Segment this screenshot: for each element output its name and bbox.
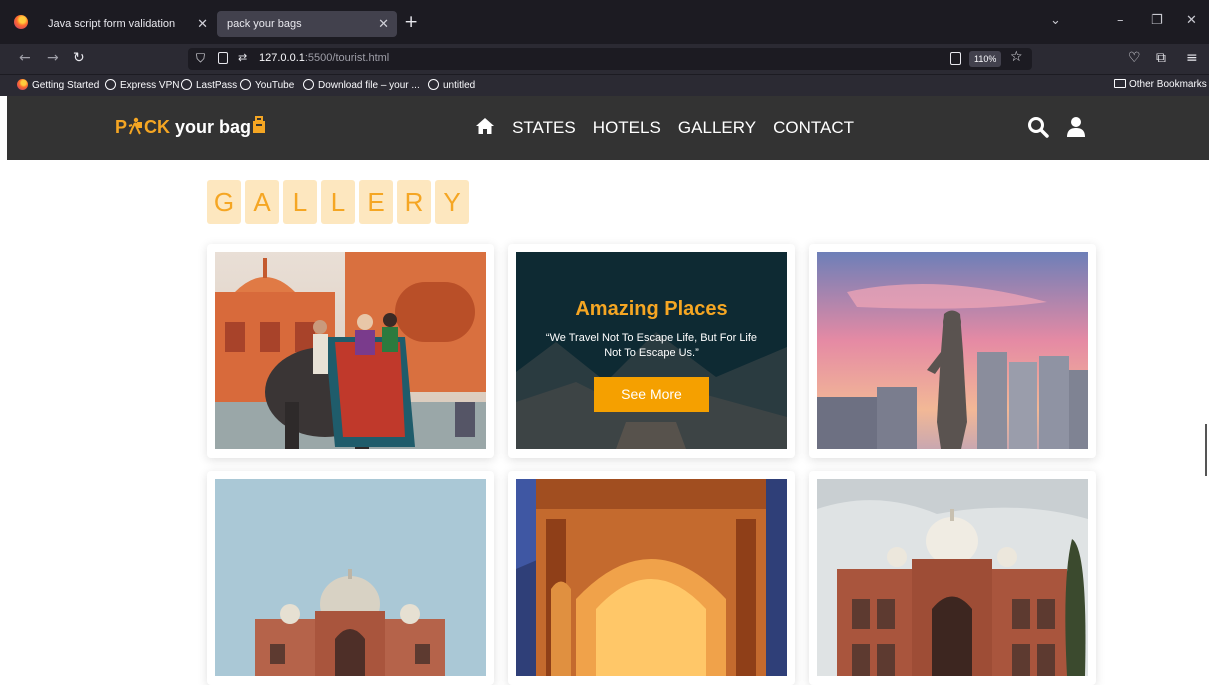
gallery-letter: L: [321, 180, 355, 224]
gallery-letter: L: [283, 180, 317, 224]
browser-tab-bar: Java script form validation ✕ pack your …: [0, 0, 1209, 44]
gallery-image-tomb-cloudy[interactable]: [817, 479, 1088, 676]
site-logo[interactable]: P CK your bag: [115, 116, 267, 138]
gallery-letter: R: [397, 180, 431, 224]
bookmark-label: YouTube: [255, 80, 295, 91]
close-tab-icon[interactable]: ✕: [197, 11, 208, 37]
firefox-icon: [14, 15, 28, 29]
gallery-card[interactable]: [508, 471, 795, 685]
page-info-icon[interactable]: [218, 52, 228, 64]
gallery-letter: G: [207, 180, 241, 224]
globe-icon: [240, 79, 251, 90]
url-path: :5500/tourist.html: [304, 52, 390, 64]
promo-quote: “We Travel Not To Escape Life, But For L…: [545, 332, 758, 359]
other-bookmarks-label: Other Bookmarks: [1129, 79, 1207, 90]
bookmark-star-icon[interactable]: ☆: [1010, 49, 1023, 65]
gallery-heading: GALLERY: [207, 180, 473, 224]
gallery-image-india-gate[interactable]: [516, 479, 787, 676]
bookmark-label: untitled: [443, 80, 476, 91]
reader-view-icon[interactable]: [950, 52, 961, 65]
bookmark-untitled[interactable]: untitled: [428, 79, 475, 91]
search-icon[interactable]: [1027, 116, 1049, 138]
folder-icon: [1114, 79, 1126, 88]
restore-icon[interactable]: ❐: [1151, 13, 1163, 28]
globe-icon: [303, 79, 314, 90]
address-bar[interactable]: ⛉ ⇄ 127.0.0.1:5500/tourist.html 110% ☆: [188, 48, 1032, 70]
tab-title: Java script form validation: [48, 18, 176, 30]
gallery-letter: Y: [435, 180, 469, 224]
nav-link-states[interactable]: STATES: [512, 118, 576, 137]
bookmark-download-file[interactable]: Download file – your ...: [303, 79, 420, 91]
gallery-letter: E: [359, 180, 393, 224]
bookmark-label: Getting Started: [32, 80, 100, 91]
main-nav: STATES HOTELS GALLERY CONTACT: [475, 117, 866, 138]
url-host: 127.0.0.1: [259, 52, 305, 64]
firefox-icon: [17, 79, 28, 90]
nav-link-hotels[interactable]: HOTELS: [593, 118, 661, 137]
url-text[interactable]: 127.0.0.1:5500/tourist.html: [259, 52, 389, 64]
see-more-button[interactable]: See More: [594, 377, 709, 412]
site-navbar: P CK your bag STATES HOTELS GALLERY CONTA…: [7, 96, 1209, 160]
bookmark-getting-started[interactable]: Getting Started: [17, 79, 99, 91]
bookmark-label: LastPass: [196, 80, 238, 91]
navigation-toolbar: ← → ↻ ⛉ ⇄ 127.0.0.1:5500/tourist.html 11…: [0, 44, 1209, 74]
other-bookmarks[interactable]: Other Bookmarks: [1114, 79, 1207, 90]
bookmark-express-vpn[interactable]: Express VPN: [105, 79, 179, 91]
tab-pack-your-bags[interactable]: pack your bags ✕: [217, 11, 397, 37]
globe-icon: [428, 79, 439, 90]
tracking-shield-icon[interactable]: ⛉: [196, 51, 205, 66]
pocket-icon[interactable]: ♡: [1128, 50, 1141, 66]
gallery-card[interactable]: [809, 244, 1096, 458]
forward-icon[interactable]: →: [47, 50, 59, 66]
gallery-image-buddha-statue[interactable]: [817, 252, 1088, 449]
tab-title: pack your bags: [227, 18, 302, 30]
minimize-icon[interactable]: –: [1117, 13, 1124, 28]
close-tab-icon[interactable]: ✕: [378, 11, 389, 37]
bookmark-label: Express VPN: [120, 80, 180, 91]
close-window-icon[interactable]: ✕: [1186, 13, 1197, 28]
logo-letter-p: P: [115, 117, 128, 137]
nav-link-gallery[interactable]: GALLERY: [678, 118, 756, 137]
globe-icon: [181, 79, 192, 90]
bookmarks-toolbar: Getting Started Express VPN LastPass You…: [0, 74, 1209, 96]
page-scrollbar[interactable]: [1205, 424, 1207, 476]
gallery-image-elephant-fort[interactable]: [215, 252, 486, 449]
suitcase-icon: [253, 116, 266, 133]
promo-card: Amazing Places “We Travel Not To Escape …: [508, 244, 795, 458]
promo-panel: Amazing Places “We Travel Not To Escape …: [516, 252, 787, 449]
permissions-icon[interactable]: ⇄: [238, 51, 247, 64]
hiker-icon: [128, 117, 143, 135]
gallery-card[interactable]: [207, 244, 494, 458]
extensions-icon[interactable]: ⧉: [1156, 50, 1166, 66]
menu-icon[interactable]: ≡: [1186, 50, 1198, 66]
reload-icon[interactable]: ↻: [73, 50, 85, 66]
gallery-image-tomb-blue-sky[interactable]: [215, 479, 486, 676]
promo-content: Amazing Places “We Travel Not To Escape …: [516, 252, 787, 449]
user-icon[interactable]: [1065, 116, 1087, 138]
list-tabs-icon[interactable]: ⌄: [1050, 13, 1061, 28]
globe-icon: [105, 79, 116, 90]
gallery-letter: A: [245, 180, 279, 224]
promo-title: Amazing Places: [575, 298, 728, 320]
bookmark-label: Download file – your ...: [318, 80, 420, 91]
bookmark-youtube[interactable]: YouTube: [240, 79, 294, 91]
bookmark-lastpass[interactable]: LastPass: [181, 79, 237, 91]
back-icon[interactable]: ←: [19, 50, 31, 66]
logo-letters-ck: CK: [144, 117, 171, 137]
logo-text: your bag: [170, 117, 252, 137]
nav-link-contact[interactable]: CONTACT: [773, 118, 854, 137]
home-icon[interactable]: [475, 117, 495, 135]
tab-form-validation[interactable]: Java script form validation ✕: [38, 11, 216, 37]
zoom-level[interactable]: 110%: [969, 51, 1002, 67]
gallery-card[interactable]: [207, 471, 494, 685]
new-tab-icon[interactable]: +: [404, 12, 418, 32]
gallery-card[interactable]: [809, 471, 1096, 685]
